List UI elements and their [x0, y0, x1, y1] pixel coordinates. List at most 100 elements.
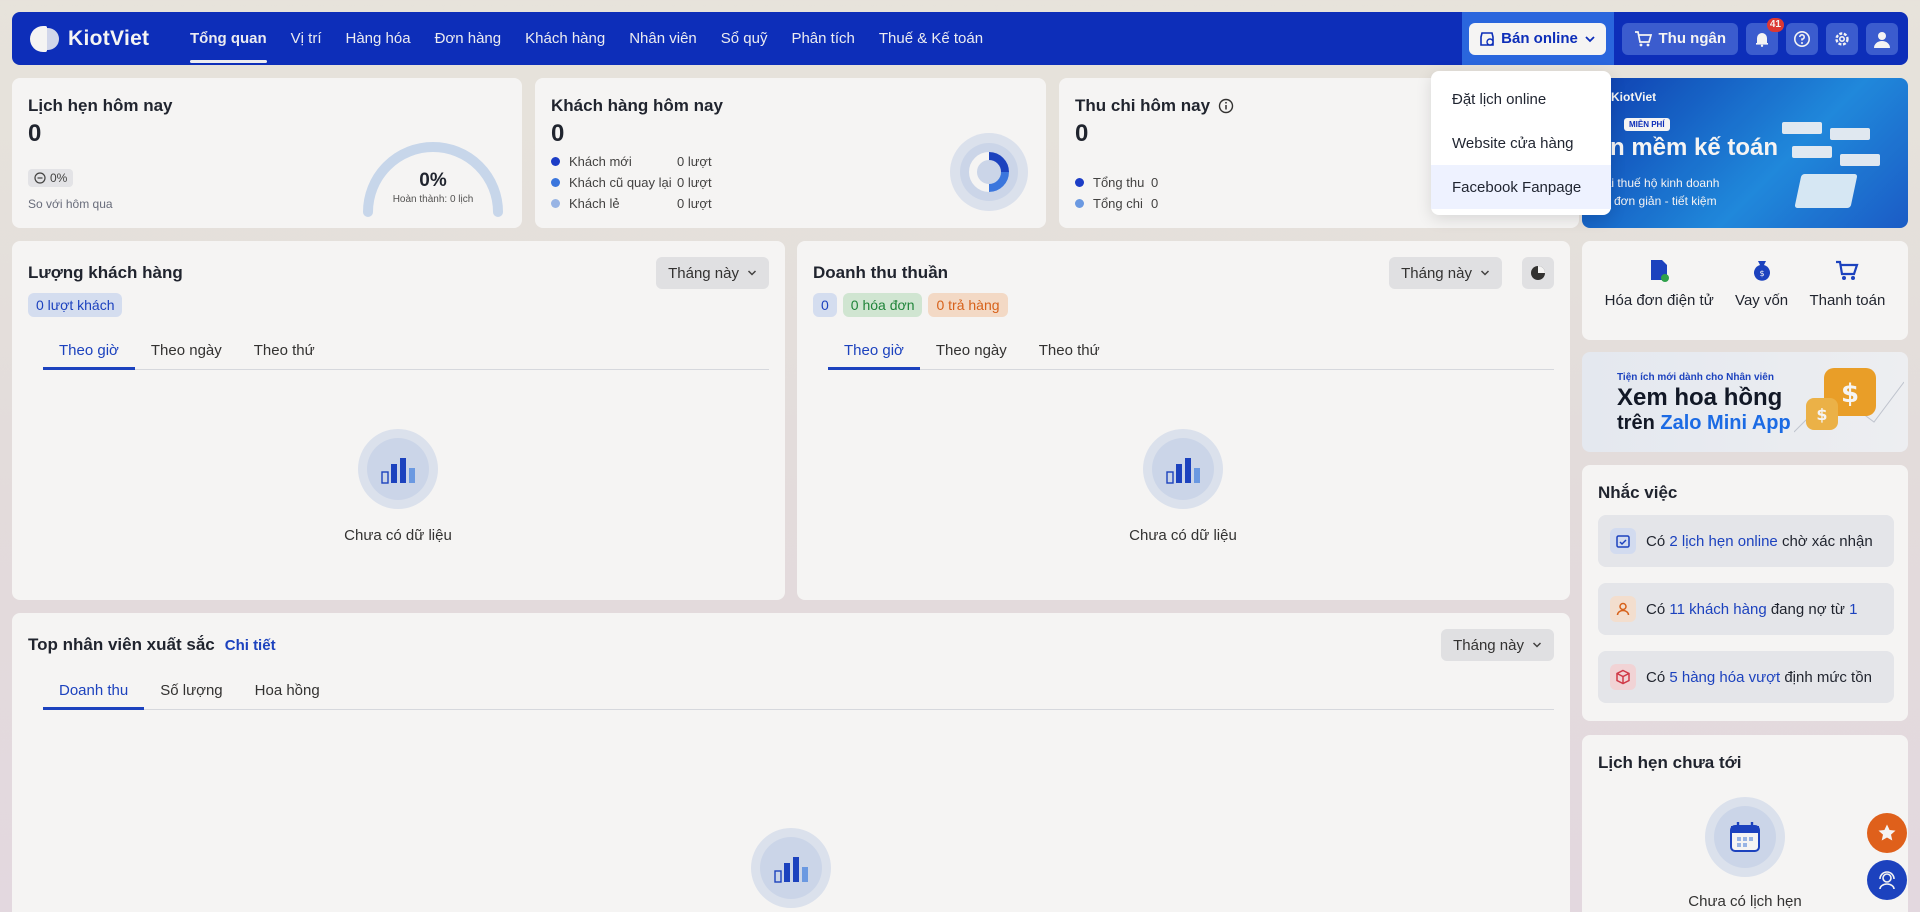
top-staff-detail-link[interactable]: Chi tiết [225, 637, 276, 654]
nav-item-customers[interactable]: Khách hàng [513, 12, 617, 65]
notifications-count-badge: 41 [1766, 17, 1784, 32]
customers-legend: Khách mới 0 lượt Khách cũ quay lại 0 lượ… [551, 151, 721, 214]
tab-commission[interactable]: Hoa hồng [239, 682, 336, 709]
legend-dot [551, 199, 560, 208]
customer-volume-title: Lượng khách hàng [28, 263, 183, 282]
bell-icon [1756, 32, 1768, 47]
tab-revenue[interactable]: Doanh thu [43, 682, 145, 710]
reminder-suffix: định mức tồn [1784, 668, 1872, 686]
info-icon[interactable] [1218, 98, 1234, 114]
nav-item-staff[interactable]: Nhân viên [617, 12, 709, 65]
reminder-suffix: chờ xác nhận [1781, 532, 1873, 550]
quick-action-loan[interactable]: $ Vay vốn [1735, 259, 1788, 309]
legend-dot [1075, 199, 1084, 208]
net-revenue-period-dropdown[interactable]: Tháng này [1389, 257, 1502, 289]
legend-total-income: Tổng thu 0 [1075, 172, 1158, 193]
reminder-overstock-products[interactable]: Có 5 hàng hóa vượt định mức tồn [1598, 651, 1894, 703]
user-avatar[interactable] [1866, 22, 1898, 55]
star-icon [1878, 824, 1896, 841]
settings-button[interactable] [1826, 22, 1858, 55]
chevron-down-icon [1532, 642, 1542, 648]
empty-inner [760, 837, 822, 899]
support-fab[interactable] [1867, 860, 1907, 900]
reminder-link[interactable]: 11 khách hàng [1669, 601, 1766, 618]
legend-value: 0 [1151, 196, 1159, 211]
chart-type-button[interactable] [1522, 257, 1554, 289]
tab-by-hour[interactable]: Theo giờ [828, 342, 920, 370]
cashier-button[interactable]: Thu ngân [1621, 22, 1738, 55]
minus-circle-icon [34, 172, 46, 184]
legend-value: 0 lượt [677, 175, 712, 190]
online-sales-menu: Đặt lịch online Website cửa hàng Faceboo… [1431, 71, 1611, 215]
reminder-link[interactable]: 2 lịch hẹn online [1669, 533, 1777, 550]
nav-item-orders[interactable]: Đơn hàng [423, 12, 514, 65]
help-button[interactable] [1786, 22, 1818, 55]
bar-chart-icon [381, 458, 415, 484]
legend-label: Khách mới [569, 154, 632, 169]
top-navigation-bar: KiotViet Tổng quan Vị trí Hàng hóa Đơn h… [12, 12, 1908, 65]
appointments-change-value: 0% [50, 171, 68, 185]
gear-icon [1835, 31, 1849, 46]
tab-quantity[interactable]: Số lượng [144, 682, 238, 709]
reminder-icon-bg [1610, 596, 1636, 622]
svg-text:$: $ [1816, 405, 1827, 424]
kiotviet-logo-icon [28, 22, 62, 56]
nav-item-products[interactable]: Hàng hóa [334, 12, 423, 65]
tab-by-day[interactable]: Theo ngày [135, 342, 238, 369]
menu-item-facebook-fanpage[interactable]: Facebook Fanpage [1431, 165, 1611, 209]
quick-action-label: Hóa đơn điện tử [1604, 292, 1714, 309]
pie-chart-icon [1531, 266, 1545, 280]
nav-item-overview[interactable]: Tổng quan [178, 12, 279, 65]
legend-value: 0 lượt [677, 196, 712, 211]
legend-new-customers: Khách mới 0 lượt [551, 151, 721, 172]
nav-item-tax-accounting[interactable]: Thuế & Kế toán [867, 12, 995, 65]
legend-total-expense: Tổng chi 0 [1075, 193, 1158, 214]
customers-donut-chart [950, 133, 1028, 211]
appointments-change-pill: 0% [28, 169, 74, 187]
nav-item-analytics[interactable]: Phân tích [779, 12, 866, 65]
quick-action-payment[interactable]: Thanh toán [1809, 259, 1885, 309]
bar-chart-icon [1166, 458, 1200, 484]
nav-item-cashbook[interactable]: Sổ quỹ [709, 12, 780, 65]
legend-walk-in-customers: Khách lẻ 0 lượt [551, 193, 721, 214]
notifications-button[interactable]: 41 [1746, 17, 1784, 55]
net-revenue-title: Doanh thu thuần [813, 263, 949, 282]
tab-by-day[interactable]: Theo ngày [920, 342, 1023, 369]
net-revenue-tabs: Theo giờ Theo ngày Theo thứ [828, 342, 1554, 370]
calendar-check-icon [1616, 535, 1630, 548]
payment-cart-icon [1836, 260, 1859, 280]
menu-item-online-booking[interactable]: Đặt lịch online [1431, 77, 1611, 121]
appointments-today-card: Lịch hẹn hôm nay 0 0% So với hôm qua 0% … [12, 78, 522, 228]
reminder-debt-customers[interactable]: Có 11 khách hàng đang nợ từ 1 [1598, 583, 1894, 635]
upcoming-empty-text: Chưa có lịch hẹn [1688, 893, 1802, 910]
bar-chart-icon [774, 857, 808, 883]
kiotviet-logo[interactable]: KiotViet [28, 22, 178, 56]
quick-action-e-invoice[interactable]: Hóa đơn điện tử [1605, 259, 1714, 309]
reminder-link[interactable]: 5 hàng hóa vượt [1669, 669, 1780, 686]
online-sales-button[interactable]: Bán online [1469, 22, 1606, 55]
top-staff-period-dropdown[interactable]: Tháng này [1441, 629, 1554, 661]
cashflow-title-row: Thu chi hôm nay [1075, 96, 1234, 116]
reminder-link-secondary[interactable]: 1 [1849, 601, 1857, 618]
empty-circle [1705, 797, 1785, 877]
commission-coin-illustration: $ $ [1794, 368, 1904, 433]
banner-brand-name: KiotViet [1611, 90, 1657, 104]
nav-item-location[interactable]: Vị trí [279, 12, 334, 65]
upcoming-empty-state [1705, 797, 1785, 877]
brand-name: KiotViet [68, 26, 150, 50]
customer-volume-period-dropdown[interactable]: Tháng này [656, 257, 769, 289]
customers-today-value: 0 [551, 120, 565, 147]
return-count-tag: 0 trả hàng [928, 293, 1008, 317]
zalo-mini-app-banner[interactable]: Tiện ích mới dành cho Nhân viên Xem hoa … [1582, 352, 1908, 452]
reminder-online-appointments[interactable]: Có 2 lịch hẹn online chờ xác nhận [1598, 515, 1894, 567]
empty-inner [1152, 438, 1214, 500]
chevron-down-icon [1585, 35, 1595, 42]
cashflow-legend: Tổng thu 0 Tổng chi 0 [1075, 172, 1158, 214]
menu-item-store-website[interactable]: Website cửa hàng [1431, 121, 1611, 165]
tab-by-hour[interactable]: Theo giờ [43, 342, 135, 370]
accounting-promo-banner[interactable]: KiotViet MIỄN PHÍ hần mềm kế toán khai t… [1582, 78, 1908, 228]
tab-by-weekday[interactable]: Theo thứ [238, 342, 331, 369]
support-agent-icon [1879, 871, 1895, 890]
tab-by-weekday[interactable]: Theo thứ [1023, 342, 1116, 369]
favorites-fab[interactable] [1867, 813, 1907, 853]
